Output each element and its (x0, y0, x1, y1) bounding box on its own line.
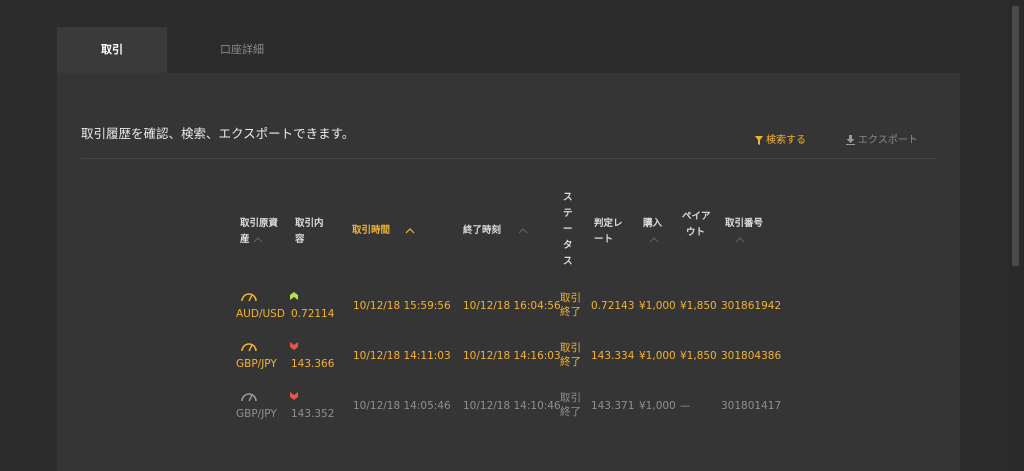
asset-name: GBP/JPY (236, 408, 277, 420)
status: 取引 終了 (560, 342, 581, 368)
sort-icon (735, 236, 745, 242)
sort-icon (253, 236, 263, 242)
asset-name: GBP/JPY (236, 358, 277, 370)
payout-amount: ¥1,850 (680, 350, 717, 362)
purchase-amount: ¥1,000 (639, 400, 676, 412)
purchase-amount: ¥1,000 (639, 350, 676, 362)
tab-trades[interactable]: 取引 (57, 27, 167, 73)
col-asset[interactable]: 取引原資 産 (240, 216, 278, 248)
strike-rate: 143.371 (591, 400, 635, 412)
col-end-time[interactable]: 終了時刻 (463, 223, 528, 239)
sort-icon (518, 227, 528, 233)
status: 取引 終了 (560, 392, 581, 418)
gauge-icon (241, 343, 257, 352)
filter-icon (755, 136, 763, 145)
col-payout[interactable]: ペイア ウト (682, 209, 711, 241)
download-icon (846, 135, 855, 145)
search-label: 検索する (766, 135, 806, 146)
entry-rate: 143.366 (291, 358, 335, 370)
col-content[interactable]: 取引内 容 (295, 216, 324, 248)
sort-icon (649, 236, 659, 242)
status: 取引 終了 (560, 292, 581, 318)
col-trade-number[interactable]: 取引番号 (725, 216, 763, 248)
strike-rate: 0.72143 (591, 300, 635, 312)
scrollbar[interactable] (1007, 0, 1024, 471)
end-time: 10/12/18 14:10:46 (463, 400, 561, 412)
col-strike-rate[interactable]: 判定レ ート (594, 216, 623, 248)
strike-rate: 143.334 (591, 350, 635, 362)
end-time: 10/12/18 16:04:56 (463, 300, 561, 312)
sort-icon (405, 227, 415, 233)
entry-rate: 0.72114 (291, 308, 335, 320)
scrollbar-thumb[interactable] (1012, 6, 1019, 266)
search-button[interactable]: 検索する (755, 131, 806, 146)
trade-time: 10/12/18 14:11:03 (353, 350, 451, 362)
col-trade-time[interactable]: 取引時間 (352, 223, 415, 239)
trade-number: 301861942 (721, 300, 782, 312)
export-label: エクスポート (858, 135, 918, 146)
entry-rate: 143.352 (291, 408, 335, 420)
trade-number: 301804386 (721, 350, 782, 362)
trade-time: 10/12/18 15:59:56 (353, 300, 451, 312)
divider (81, 158, 936, 159)
trade-time: 10/12/18 14:05:46 (353, 400, 451, 412)
trade-number: 301801417 (721, 400, 782, 412)
gauge-icon (241, 393, 257, 402)
payout-amount: ¥1,850 (680, 300, 717, 312)
asset-name: AUD/USD (236, 308, 285, 320)
trade-history-panel: 取引履歴を確認、検索、エクスポートできます。 検索する エクスポート 取引原資 … (57, 73, 960, 471)
intro-text: 取引履歴を確認、検索、エクスポートできます。 (81, 126, 355, 141)
purchase-amount: ¥1,000 (639, 300, 676, 312)
end-time: 10/12/18 14:16:03 (463, 350, 561, 362)
gauge-icon (241, 293, 257, 302)
arrow-down-icon (290, 342, 298, 350)
col-status[interactable]: ス テ ー タ ス (563, 190, 573, 270)
arrow-down-icon (290, 392, 298, 400)
export-button[interactable]: エクスポート (846, 131, 918, 146)
col-purchase[interactable]: 購入 (643, 216, 662, 248)
arrow-up-icon (290, 292, 298, 300)
payout-amount: — (680, 400, 691, 412)
tab-account-details[interactable]: 口座詳細 (167, 27, 317, 73)
